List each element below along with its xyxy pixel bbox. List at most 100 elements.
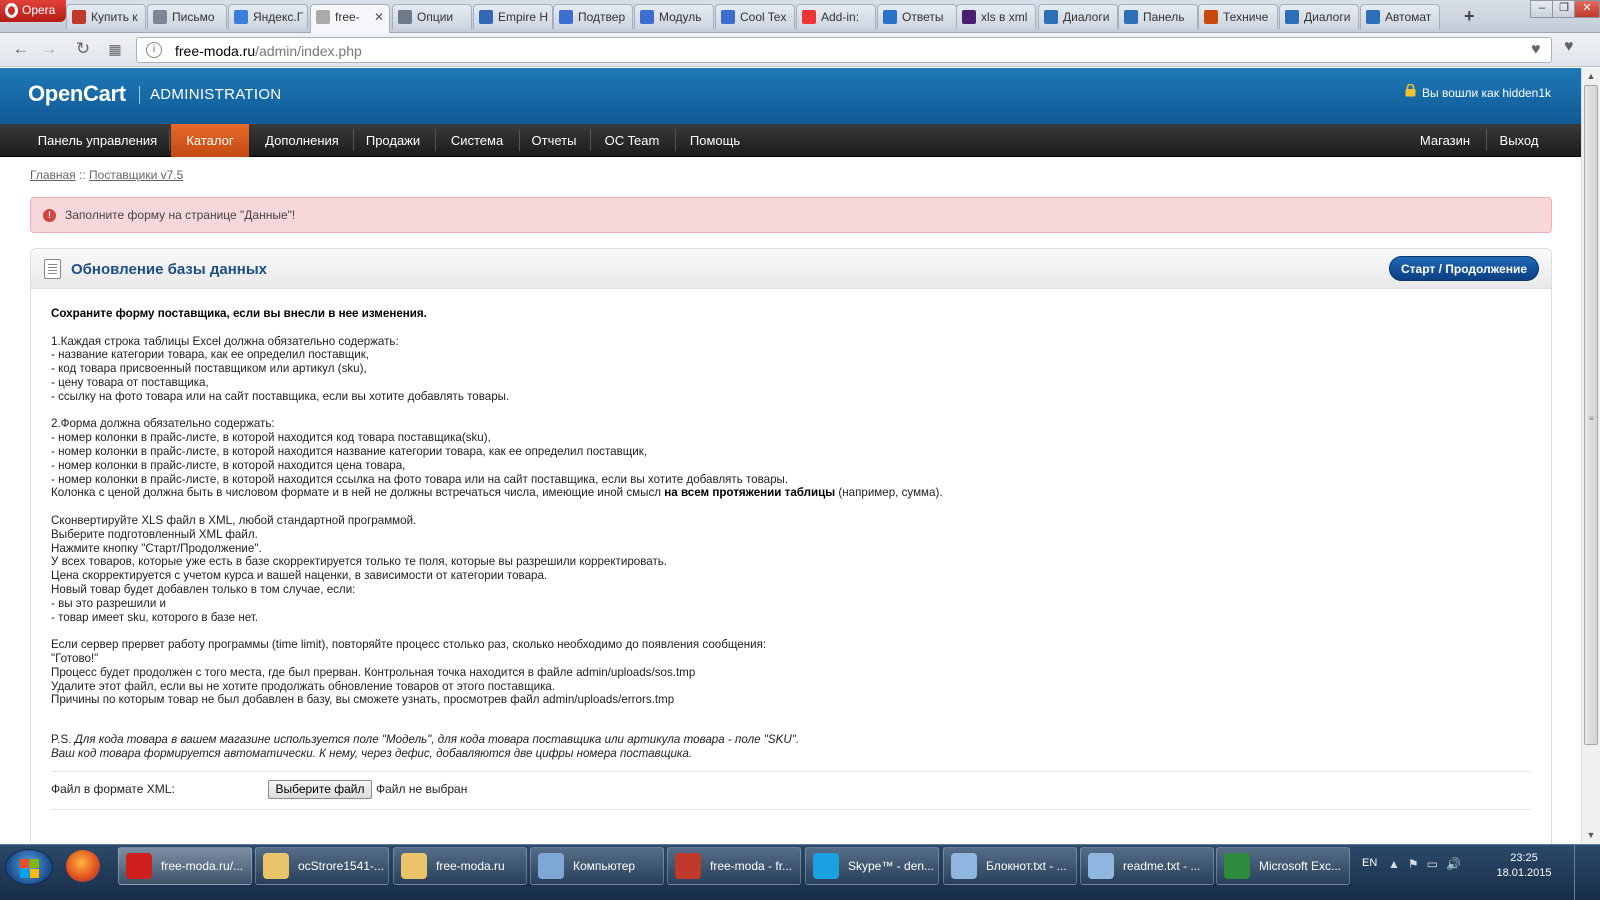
browser-tab[interactable]: Empire H	[473, 4, 553, 29]
browser-tab[interactable]: Диалоги	[1038, 4, 1118, 29]
menu-item-logout[interactable]: Выход	[1488, 124, 1550, 157]
menu-separator	[590, 129, 591, 151]
browser-tab[interactable]: Панель	[1118, 4, 1198, 29]
file-field-label: Файл в формате XML:	[51, 782, 175, 796]
tab-favicon-icon	[153, 10, 167, 24]
browser-tab[interactable]: xls в xml	[956, 4, 1036, 29]
speed-dial-icon[interactable]: ▦	[104, 41, 126, 58]
firefox-pinned-icon[interactable]	[66, 850, 100, 882]
browser-tab[interactable]: Cool Tex	[715, 4, 795, 29]
browser-tab[interactable]: Модуль	[634, 4, 714, 29]
choose-file-button[interactable]: Выберите файл	[268, 780, 372, 799]
breadcrumb-current-link[interactable]: Поставщики v7.5	[89, 168, 183, 182]
clock[interactable]: 23:25 18.01.2015	[1488, 851, 1560, 881]
breadcrumb-separator: ::	[79, 168, 86, 182]
tab-label: Опции	[417, 10, 454, 24]
tab-favicon-icon	[802, 10, 816, 24]
menu-item-reports[interactable]: Отчеты	[521, 124, 587, 157]
divider	[51, 809, 1531, 810]
menu-item-sales[interactable]: Продажи	[355, 124, 431, 157]
browser-tab[interactable]: Add-in:	[796, 4, 876, 29]
stash-heart-icon[interactable]: ♥	[1564, 38, 1574, 56]
bookmark-heart-icon[interactable]: ♥	[1531, 41, 1541, 59]
scroll-down-arrow-icon[interactable]: ▼	[1582, 827, 1600, 844]
instruction-line: - номер колонки в прайс-листе, в которой…	[51, 444, 648, 458]
admin-header: OpenCart ADMINISTRATION Вы вошли как hid…	[0, 68, 1581, 124]
site-info-icon[interactable]: i	[146, 42, 162, 58]
minimize-button[interactable]: –	[1530, 0, 1554, 18]
tab-label: Панель	[1143, 10, 1185, 24]
tab-label: xls в xml	[981, 10, 1028, 24]
taskbar-item[interactable]: Компьютер	[530, 847, 664, 885]
tab-favicon-icon	[1044, 10, 1058, 24]
taskbar-item[interactable]: Skype™ - den...	[805, 847, 939, 885]
windows-taskbar: free-moda.ru/... ocStrore1541-... free-mod…	[0, 844, 1600, 900]
language-indicator[interactable]: EN	[1362, 857, 1377, 869]
browser-tab[interactable]: Яндекс.Г	[228, 4, 308, 29]
reload-icon[interactable]: ↻	[72, 39, 94, 59]
taskbar-item-label: free-moda.ru/...	[161, 859, 244, 873]
tab-favicon-icon	[1366, 10, 1380, 24]
instruction-line: - номер колонки в прайс-листе, в которой…	[51, 458, 406, 472]
tab-label: Диалоги	[1304, 10, 1351, 24]
url-field[interactable]: i free-moda.ru/admin/index.php ♥	[136, 37, 1552, 63]
tab-favicon-icon	[559, 10, 573, 24]
instruction-line: - ссылку на фото товара или на сайт пост…	[51, 389, 510, 403]
new-tab-button[interactable]: +	[1464, 6, 1475, 27]
browser-tab[interactable]: Техниче	[1198, 4, 1278, 29]
tab-label: Техниче	[1223, 10, 1269, 24]
requirements-excel: 1.Каждая строка таблицы Excel должна обя…	[51, 335, 1531, 404]
browser-tab[interactable]: Купить к	[66, 4, 146, 29]
breadcrumb-home-link[interactable]: Главная	[30, 168, 76, 182]
taskbar-app-icon	[263, 853, 289, 879]
menu-item-extensions[interactable]: Дополнения	[253, 124, 351, 157]
tray-icons[interactable]: ▲⚑▭🔊	[1388, 857, 1469, 871]
start-button[interactable]	[5, 849, 53, 885]
browser-tab[interactable]: Опции	[392, 4, 472, 29]
tab-label: free-	[335, 10, 360, 24]
scroll-thumb[interactable]: ≡	[1584, 85, 1598, 745]
start-continue-button[interactable]: Старт / Продолжение	[1389, 256, 1539, 281]
tab-favicon-icon	[1204, 10, 1218, 24]
taskbar-app-icon	[538, 853, 564, 879]
tab-favicon-icon	[316, 10, 330, 24]
opencart-logo[interactable]: OpenCart	[28, 81, 126, 107]
price-note: Колонка с ценой должна быть в числовом ф…	[51, 486, 943, 500]
browser-tab[interactable]: Письмо	[147, 4, 227, 29]
taskbar-app-icon	[1088, 853, 1114, 879]
requirements-form: 2.Форма должна обязательно содержать: - н…	[51, 417, 1531, 486]
browser-tab[interactable]: Автомат	[1360, 4, 1440, 29]
menu-item-help[interactable]: Помощь	[677, 124, 753, 157]
opera-menu-button[interactable]: Opera	[0, 0, 66, 22]
browser-tab[interactable]: Ответы	[877, 4, 957, 29]
menu-item-dashboard[interactable]: Панель управления	[32, 124, 163, 157]
taskbar-item[interactable]: free-moda.ru	[393, 847, 527, 885]
menu-item-store[interactable]: Магазин	[1405, 124, 1485, 157]
menu-item-system[interactable]: Система	[437, 124, 517, 157]
tab-label: Подтвер	[578, 10, 626, 24]
browser-tab-bar: Opera Купить к Письмо Яндекс.Г free- ✕ Опции E…	[0, 0, 1600, 33]
show-desktop-button[interactable]	[1574, 845, 1600, 900]
close-window-button[interactable]: ✕	[1574, 0, 1600, 18]
page-scrollbar[interactable]: ▲ ≡ ▼	[1581, 68, 1600, 844]
taskbar-app-icon	[951, 853, 977, 879]
browser-tab[interactable]: free- ✕	[310, 4, 390, 33]
maximize-button[interactable]: ❐	[1552, 0, 1576, 18]
menu-item-catalog[interactable]: Каталог	[171, 124, 249, 157]
instruction-line: Цена скорректируется с учетом курса и ва…	[51, 569, 548, 583]
instruction-line: "Готово!"	[51, 651, 99, 665]
scroll-up-arrow-icon[interactable]: ▲	[1582, 68, 1600, 85]
browser-tab[interactable]: Подтвер	[553, 4, 633, 29]
taskbar-item[interactable]: readme.txt - ...	[1080, 847, 1214, 885]
forward-icon[interactable]: →	[38, 39, 60, 59]
menu-item-oc-team[interactable]: OC Team	[592, 124, 672, 157]
taskbar-item[interactable]: free-moda.ru/...	[118, 847, 252, 885]
close-tab-icon[interactable]: ✕	[374, 10, 384, 24]
taskbar-item[interactable]: free-moda - fr...	[667, 847, 801, 885]
taskbar-item-label: ocStrore1541-...	[298, 859, 385, 873]
browser-tab[interactable]: Диалоги	[1279, 4, 1359, 29]
back-icon[interactable]: ←	[10, 39, 32, 59]
taskbar-item[interactable]: Microsoft Exc...	[1216, 847, 1350, 885]
taskbar-item[interactable]: Блокнот.txt - ...	[943, 847, 1077, 885]
taskbar-item[interactable]: ocStrore1541-...	[255, 847, 389, 885]
